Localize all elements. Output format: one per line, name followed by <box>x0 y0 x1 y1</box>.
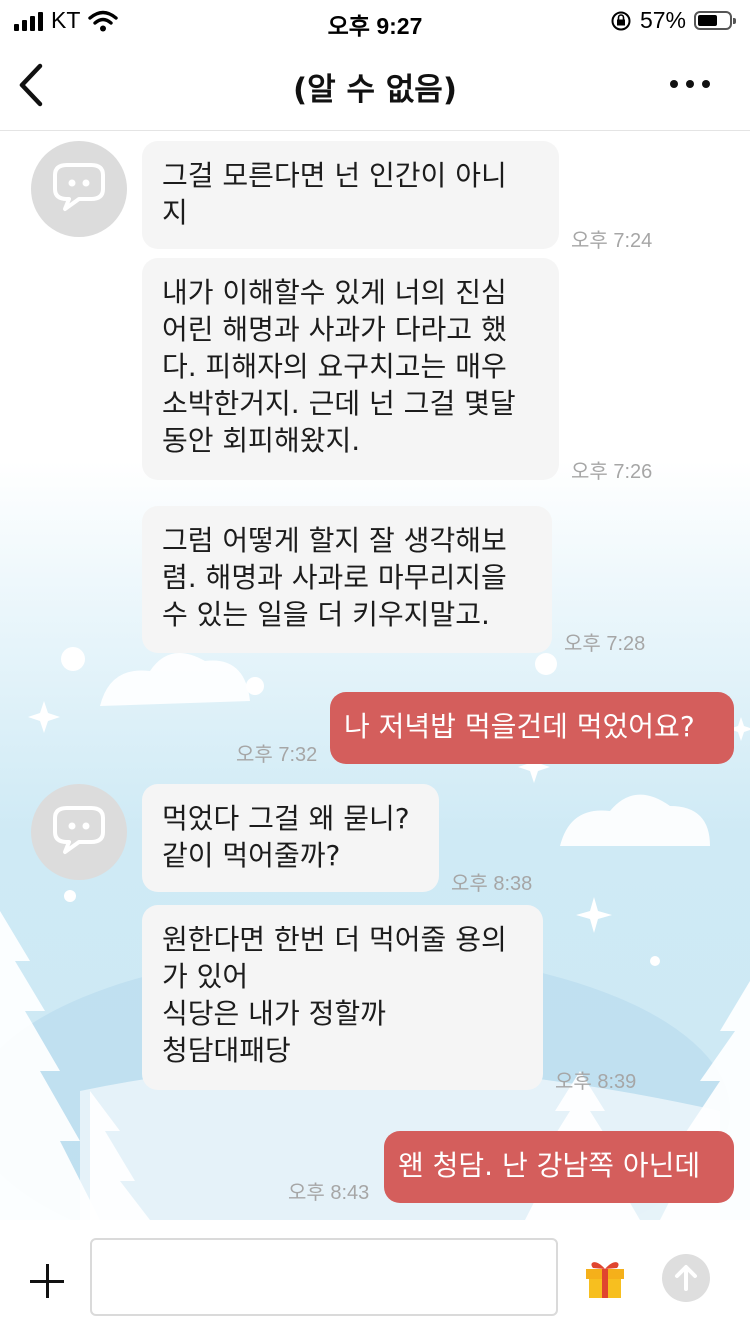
send-button[interactable] <box>662 1254 710 1302</box>
status-right: 57% <box>610 7 736 34</box>
message-time: 오후 8:39 <box>555 1071 637 1093</box>
gift-icon[interactable] <box>582 1254 628 1300</box>
message-bubble-received[interactable]: 원한다면 한번 더 먹어줄 용의 가 있어 식당은 내가 정할까 청담대패당 <box>142 905 543 1090</box>
chat-bubble-face-icon <box>53 163 105 211</box>
more-dots-icon[interactable] <box>670 80 710 88</box>
message-input[interactable] <box>90 1238 558 1316</box>
message-time: 오후 7:28 <box>564 633 646 655</box>
message-bubble-sent[interactable]: 나 저녁밥 먹을건데 먹었어요? <box>330 692 734 764</box>
message-time: 오후 7:26 <box>571 461 653 483</box>
battery-percent: 57% <box>639 7 686 33</box>
avatar[interactable] <box>31 784 127 880</box>
message-time: 오후 8:38 <box>451 873 533 895</box>
message-time: 오후 7:32 <box>236 744 318 766</box>
message-input-bar <box>0 1220 750 1334</box>
message-time: 오후 7:24 <box>571 230 653 252</box>
chat-bubble-face-icon <box>53 806 105 854</box>
message-time: 오후 8:43 <box>288 1182 370 1204</box>
message-bubble-received[interactable]: 그걸 모른다면 넌 인간이 아니 지 <box>142 141 559 249</box>
chat-header: (알 수 없음) <box>0 44 750 131</box>
plus-icon[interactable] <box>30 1264 66 1300</box>
message-bubble-sent[interactable]: 왠 청담. 난 강남쪽 아닌데 <box>384 1131 734 1203</box>
battery-icon <box>694 11 736 30</box>
avatar[interactable] <box>31 141 127 237</box>
chat-title: (알 수 없음) <box>292 72 457 108</box>
arrow-up-icon <box>675 1265 697 1291</box>
status-bar: KT 오후 9:27 57% <box>0 0 750 44</box>
message-bubble-received[interactable]: 먹었다 그걸 왜 묻니? 같이 먹어줄까? <box>142 784 439 892</box>
chat-area[interactable]: 그걸 모른다면 넌 인간이 아니 지 오후 7:24 내가 이해할수 있게 너의… <box>0 131 750 1220</box>
message-bubble-received[interactable]: 그럼 어떻게 할지 잘 생각해보 렴. 해명과 사과로 마무리지을 수 있는 일… <box>142 506 552 653</box>
orientation-lock-icon <box>611 11 631 30</box>
message-bubble-received[interactable]: 내가 이해할수 있게 너의 진심 어린 해명과 사과가 다라고 했 다. 피해자… <box>142 258 559 480</box>
